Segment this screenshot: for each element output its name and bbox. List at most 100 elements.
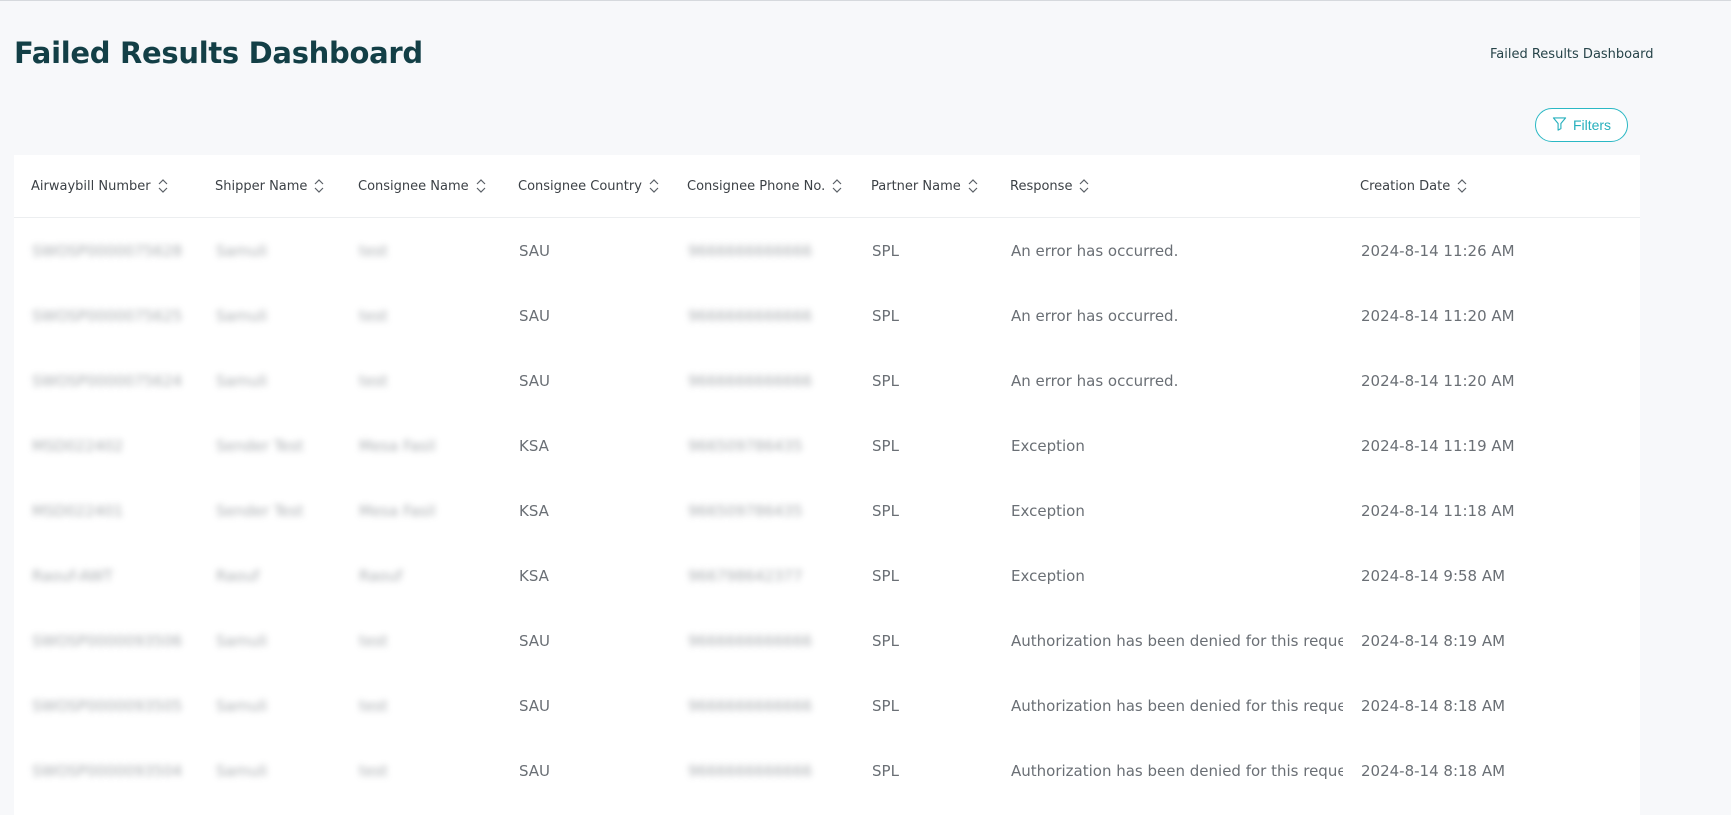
sort-icon[interactable] <box>1078 176 1090 196</box>
cell-text: Samuli <box>216 306 268 325</box>
column-header-consignee-name[interactable]: Consignee Name <box>341 155 501 218</box>
cell-airwaybill-number: MSD022401 <box>14 478 198 543</box>
cell-consignee-phone: 9666666666666 <box>670 218 854 284</box>
cell-consignee-name: test <box>341 673 501 738</box>
cell-text: Sender Test <box>216 436 304 455</box>
cell-consignee-name: test <box>341 348 501 413</box>
cell-text: 9666666666666 <box>688 631 813 650</box>
cell-text: 2024-8-14 8:18 AM <box>1361 761 1506 780</box>
cell-text: Raouf-AWT <box>32 566 113 585</box>
table-row[interactable]: SWOSP0000093504 Samuli test SAU 966666666666… <box>14 738 1640 803</box>
cell-partner-name: SPL <box>854 608 993 673</box>
column-header-shipper-name[interactable]: Shipper Name <box>198 155 341 218</box>
cell-text: 9666666666666 <box>688 696 813 715</box>
cell-response: Authorization has been denied for this r… <box>993 673 1343 738</box>
cell-text: Sender Test <box>216 501 304 520</box>
column-header-consignee-country[interactable]: Consignee Country <box>501 155 670 218</box>
cell-creation-date: 2024-8-14 11:20 AM <box>1343 348 1640 413</box>
table-row[interactable]: SWOSP0000093505 Samuli test SAU 966666666666… <box>14 673 1640 738</box>
cell-text: Exception <box>1011 566 1085 585</box>
cell-text: Exception <box>1011 501 1085 520</box>
cell-consignee-phone: 966509786435 <box>670 413 854 478</box>
cell-partner-name: SPL <box>854 738 993 803</box>
cell-text: test <box>359 631 388 650</box>
cell-creation-date: 2024-8-14 11:19 AM <box>1343 413 1640 478</box>
table-row[interactable]: SWOSP0000075625 Samuli test SAU 966666666666… <box>14 283 1640 348</box>
sort-icon[interactable] <box>313 176 325 196</box>
cell-response: Exception <box>993 543 1343 608</box>
cell-consignee-phone: 966509786435 <box>670 478 854 543</box>
cell-consignee-country: SAU <box>501 608 670 673</box>
cell-consignee-name: test <box>341 608 501 673</box>
column-header-creation-date[interactable]: Creation Date <box>1343 155 1640 218</box>
column-header-label: Shipper Name <box>215 178 308 194</box>
column-header-airwaybill-number[interactable]: Airwaybill Number <box>14 155 198 218</box>
cell-response: An error has occurred. <box>993 283 1343 348</box>
cell-shipper-name: Samuli <box>198 218 341 284</box>
cell-text: SAU <box>519 696 551 715</box>
cell-shipper-name: Samuli <box>198 608 341 673</box>
cell-text: test <box>359 761 388 780</box>
cell-text: SPL <box>872 761 899 780</box>
cell-response: Exception <box>993 413 1343 478</box>
cell-consignee-country: SAU <box>501 673 670 738</box>
table-body: SWOSP0000075628 Samuli test SAU 966666666666… <box>14 218 1640 804</box>
failed-results-table: Airwaybill Number Shipper Name Consignee N… <box>14 155 1640 803</box>
table-row[interactable]: Raouf-AWT Raouf Raouf KSA 966798642377 SPL Exc… <box>14 543 1640 608</box>
page-title: Failed Results Dashboard <box>14 36 423 70</box>
table-row[interactable]: MSD022401 Sender Test Mesa Fasil KSA 9665097… <box>14 478 1640 543</box>
column-header-consignee-phone[interactable]: Consignee Phone No. <box>670 155 854 218</box>
sort-icon[interactable] <box>1456 176 1468 196</box>
table-row[interactable]: MSD022402 Sender Test Mesa Fasil KSA 9665097… <box>14 413 1640 478</box>
cell-partner-name: SPL <box>854 673 993 738</box>
cell-text: 2024-8-14 8:19 AM <box>1361 631 1506 650</box>
sort-icon[interactable] <box>475 176 487 196</box>
column-header-label: Consignee Name <box>358 178 469 194</box>
cell-shipper-name: Samuli <box>198 673 341 738</box>
cell-text: SWOSP0000075625 <box>32 306 183 325</box>
cell-creation-date: 2024-8-14 11:18 AM <box>1343 478 1640 543</box>
cell-text: Raouf <box>216 566 260 585</box>
table-row[interactable]: SWOSP0000075628 Samuli test SAU 966666666666… <box>14 218 1640 284</box>
cell-text: Authorization has been denied for this r… <box>1011 631 1343 650</box>
cell-response: An error has occurred. <box>993 348 1343 413</box>
cell-text: 9666666666666 <box>688 371 813 390</box>
cell-consignee-phone: 966798642377 <box>670 543 854 608</box>
sort-icon[interactable] <box>648 176 660 196</box>
cell-text: 2024-8-14 11:20 AM <box>1361 306 1515 325</box>
cell-consignee-country: SAU <box>501 283 670 348</box>
cell-text: test <box>359 696 388 715</box>
cell-text: SWOSP0000075628 <box>32 241 183 260</box>
cell-text: An error has occurred. <box>1011 371 1179 390</box>
filters-button[interactable]: Filters <box>1535 108 1628 142</box>
cell-text: An error has occurred. <box>1011 241 1179 260</box>
column-header-response[interactable]: Response <box>993 155 1343 218</box>
sort-icon[interactable] <box>157 176 169 196</box>
column-header-partner-name[interactable]: Partner Name <box>854 155 993 218</box>
cell-partner-name: SPL <box>854 413 993 478</box>
cell-text: SAU <box>519 241 551 260</box>
table-header: Airwaybill Number Shipper Name Consignee N… <box>14 155 1640 218</box>
cell-text: Samuli <box>216 696 268 715</box>
cell-text: SAU <box>519 761 551 780</box>
cell-response: An error has occurred. <box>993 218 1343 284</box>
cell-text: 9666666666666 <box>688 306 813 325</box>
table-row[interactable]: SWOSP0000075624 Samuli test SAU 966666666666… <box>14 348 1640 413</box>
column-header-label: Response <box>1010 178 1073 194</box>
cell-text: 9666666666666 <box>688 241 813 260</box>
sort-icon[interactable] <box>967 176 979 196</box>
cell-airwaybill-number: SWOSP0000075628 <box>14 218 198 284</box>
cell-consignee-country: SAU <box>501 348 670 413</box>
cell-text: SPL <box>872 371 899 390</box>
cell-text: 966798642377 <box>688 566 803 585</box>
cell-text: SPL <box>872 241 899 260</box>
table-row[interactable]: SWOSP0000093506 Samuli test SAU 966666666666… <box>14 608 1640 673</box>
breadcrumb[interactable]: Failed Results Dashboard <box>1490 47 1653 62</box>
cell-shipper-name: Samuli <box>198 348 341 413</box>
cell-creation-date: 2024-8-14 9:58 AM <box>1343 543 1640 608</box>
cell-shipper-name: Sender Test <box>198 478 341 543</box>
cell-consignee-name: test <box>341 738 501 803</box>
sort-icon[interactable] <box>831 176 843 196</box>
cell-text: KSA <box>519 436 549 455</box>
filter-icon <box>1552 116 1567 134</box>
